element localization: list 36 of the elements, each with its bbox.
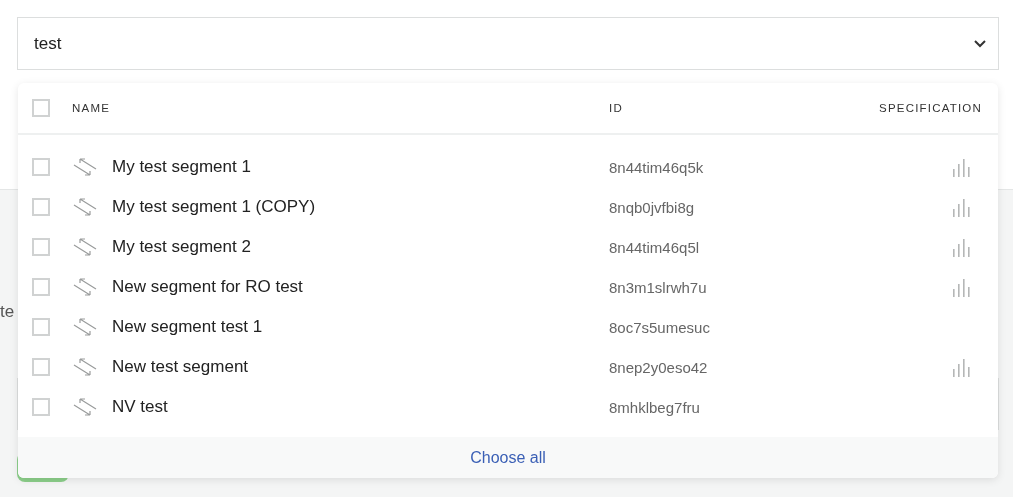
segment-id: 8n44tim46q5k [609, 158, 705, 176]
segment-name: New segment test 1 [112, 317, 264, 337]
row-checkbox[interactable] [32, 398, 50, 416]
double-arrow-icon [72, 277, 98, 297]
segment-name: My test segment 1 (COPY) [112, 197, 317, 217]
row-checkbox[interactable] [32, 198, 50, 216]
column-header: SPECIFICATION [879, 102, 982, 114]
segment-id: 8n44tim46q5l [609, 238, 701, 256]
column-header: NAME [72, 102, 112, 114]
select-all-checkbox[interactable] [32, 99, 50, 117]
double-arrow-icon [72, 397, 98, 417]
segment-id: 8oc7s5umesuc [609, 318, 711, 336]
segment-id: 8n3m1slrwh7u [609, 278, 708, 296]
double-arrow-icon [72, 357, 98, 377]
chevron-down-icon [973, 39, 987, 49]
segment-name: My test segment 2 [112, 237, 252, 257]
segment-name: New test segment [112, 357, 250, 377]
row-checkbox[interactable] [32, 358, 50, 376]
double-arrow-icon [72, 157, 98, 177]
column-header: ID [609, 102, 624, 114]
choose-all-link[interactable]: Choose all [470, 448, 546, 467]
segment-name: My test segment 1 [112, 157, 252, 177]
segment-id: 8nep2y0eso42 [609, 358, 709, 376]
segment-name: New segment for RO test [112, 277, 304, 297]
double-arrow-icon [72, 317, 98, 337]
row-checkbox[interactable] [32, 158, 50, 176]
segment-id: 8mhklbeg7fru [609, 398, 701, 416]
row-checkbox[interactable] [32, 278, 50, 296]
segment-id: 8nqb0jvfbi8g [609, 198, 696, 216]
double-arrow-icon [72, 197, 98, 217]
search-field[interactable]: test [17, 17, 999, 70]
row-checkbox[interactable] [32, 238, 50, 256]
double-arrow-icon [72, 237, 98, 257]
label: te [0, 302, 15, 322]
segment-name: NV test [112, 397, 169, 417]
row-checkbox[interactable] [32, 318, 50, 336]
